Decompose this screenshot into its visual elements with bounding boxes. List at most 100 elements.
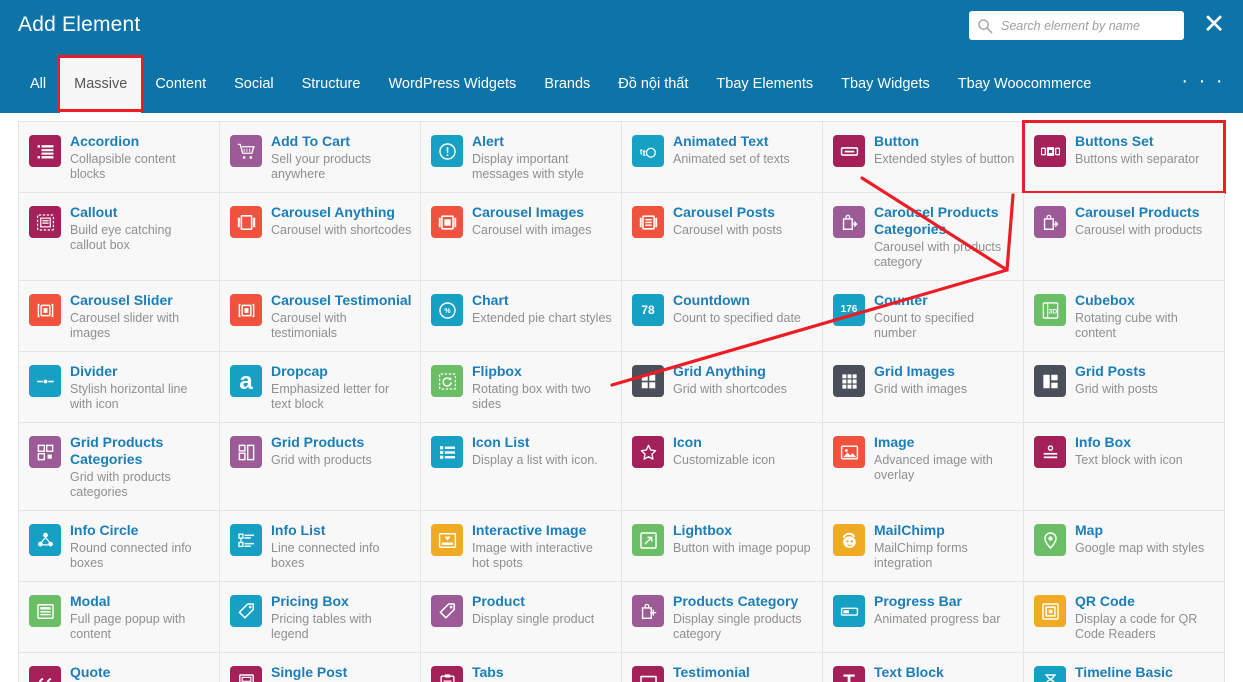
element-name: Divider xyxy=(70,363,118,379)
element-description: MailChimp forms integration xyxy=(874,541,968,570)
tab-wordpress-widgets[interactable]: WordPress Widgets xyxy=(374,55,530,113)
element-description: Customizable icon xyxy=(673,453,776,467)
flipbox-icon xyxy=(431,365,463,397)
element-card[interactable]: Carousel Products Carousel with products xyxy=(1024,193,1225,281)
element-card[interactable]: Icon List Display a list with icon. xyxy=(421,423,622,511)
element-name: Map xyxy=(1075,522,1103,538)
element-card-text: Flipbox Rotating box with two sides xyxy=(472,363,613,412)
tabs-clipboard-icon xyxy=(431,666,463,682)
tab-social[interactable]: Social xyxy=(220,55,288,113)
tab-brands[interactable]: Brands xyxy=(530,55,604,113)
element-card[interactable]: Info List Line connected info boxes xyxy=(220,511,421,582)
element-card[interactable]: 78 Countdown Count to specified date xyxy=(622,281,823,352)
element-card[interactable]: Image Advanced image with overlay xyxy=(823,423,1024,511)
element-card[interactable]: Icon Customizable icon xyxy=(622,423,823,511)
element-card[interactable]: Info Box Text block with icon xyxy=(1024,423,1225,511)
element-name: Counter xyxy=(874,292,928,308)
element-card[interactable]: a Dropcap Emphasized letter for text block xyxy=(220,352,421,423)
element-card[interactable]: Accordion Collapsible content blocks xyxy=(19,122,220,193)
element-card[interactable]: Carousel Anything Carousel with shortcode… xyxy=(220,193,421,281)
tabs-overflow-button[interactable]: · · · xyxy=(1181,55,1243,113)
element-name: Modal xyxy=(70,593,111,609)
bag-arrow-icon xyxy=(1034,206,1066,238)
element-description: Grid with products xyxy=(271,453,372,467)
element-card-text: Alert Display important messages with sty… xyxy=(472,133,613,182)
tab-tbay-elements[interactable]: Tbay Elements xyxy=(702,55,827,113)
star-icon xyxy=(632,436,664,468)
dropcap-a-icon: a xyxy=(230,365,262,397)
shopping-cart-icon xyxy=(230,135,262,167)
element-card[interactable]: TestimonialStylish recommendation box xyxy=(622,653,823,682)
element-name: Tabs xyxy=(472,664,504,680)
element-name: Carousel Images xyxy=(472,204,585,220)
element-description: Advanced image with overlay xyxy=(874,453,993,482)
element-card[interactable]: Interactive Image Image with interactive … xyxy=(421,511,622,582)
element-card[interactable]: Divider Stylish horizontal line with icon xyxy=(19,352,220,423)
element-card[interactable]: Modal Full page popup with content xyxy=(19,582,220,653)
element-card[interactable]: Timeline BasicSimple timeline shortcode xyxy=(1024,653,1225,682)
element-card[interactable]: Map Google map with styles xyxy=(1024,511,1225,582)
element-card[interactable]: Carousel Testimonial Carousel with testim… xyxy=(220,281,421,352)
info-circle-icon xyxy=(29,524,61,556)
element-card[interactable]: Button Extended styles of button xyxy=(823,122,1024,193)
tab-tbay-widgets[interactable]: Tbay Widgets xyxy=(827,55,944,113)
element-card-text: Carousel Anything Carousel with shortcode… xyxy=(271,204,412,238)
tab-massive[interactable]: Massive xyxy=(60,55,142,113)
element-card[interactable]: Pricing Box Pricing tables with legend xyxy=(220,582,421,653)
element-card[interactable]: Grid Products Grid with products xyxy=(220,423,421,511)
element-card[interactable]: Alert Display important messages with sty… xyxy=(421,122,622,193)
search-box[interactable] xyxy=(969,11,1184,40)
search-input[interactable] xyxy=(999,13,1176,38)
element-card-text: Single PostCustomizable post with many s… xyxy=(271,664,412,682)
element-card[interactable]: % Chart Extended pie chart styles xyxy=(421,281,622,352)
element-card-text: Accordion Collapsible content blocks xyxy=(70,133,211,182)
element-card[interactable]: Flipbox Rotating box with two sides xyxy=(421,352,622,423)
element-card[interactable]: TabsTabbed content blocks xyxy=(421,653,622,682)
element-name: Quote xyxy=(70,664,111,680)
tab-content[interactable]: Content xyxy=(141,55,220,113)
element-card-text: Grid Anything Grid with shortcodes xyxy=(673,363,814,397)
element-card[interactable]: Carousel Images Carousel with images xyxy=(421,193,622,281)
element-card[interactable]: Product Display single product xyxy=(421,582,622,653)
tab-all[interactable]: All xyxy=(16,55,60,113)
element-card[interactable]: Grid Posts Grid with posts xyxy=(1024,352,1225,423)
element-card[interactable]: QR Code Display a code for QR Code Reader… xyxy=(1024,582,1225,653)
callout-icon xyxy=(29,206,61,238)
close-icon[interactable]: ✕ xyxy=(1199,11,1229,41)
element-card[interactable]: QuoteQuote text block xyxy=(19,653,220,682)
element-card[interactable]: 176 Counter Count to specified number xyxy=(823,281,1024,352)
element-card[interactable]: 3D Cubebox Rotating cube with content xyxy=(1024,281,1225,352)
element-card[interactable]: T Text BlockDisplay a text with font form… xyxy=(823,653,1024,682)
element-description: Display single products category xyxy=(673,612,802,641)
tab-structure[interactable]: Structure xyxy=(288,55,375,113)
element-description: Pricing tables with legend xyxy=(271,612,372,641)
exclamation-circle-icon xyxy=(431,135,463,167)
element-card[interactable]: Add To Cart Sell your products anywhere xyxy=(220,122,421,193)
element-card-text: Text BlockDisplay a text with font forma… xyxy=(874,664,1015,682)
element-card-text: Carousel Testimonial Carousel with testim… xyxy=(271,292,412,341)
element-card[interactable]: Progress Bar Animated progress bar xyxy=(823,582,1024,653)
element-name: Carousel Products Categories xyxy=(874,204,999,237)
element-card[interactable]: t t Animated Text Animated set of texts xyxy=(622,122,823,193)
element-name: Grid Products xyxy=(271,434,365,450)
element-card[interactable]: Grid Images Grid with images xyxy=(823,352,1024,423)
element-card[interactable]: Buttons Set Buttons with separator xyxy=(1022,120,1226,194)
element-card[interactable]: Lightbox Button with image popup xyxy=(622,511,823,582)
element-card[interactable]: Grid Anything Grid with shortcodes xyxy=(622,352,823,423)
element-card[interactable]: Info Circle Round connected info boxes xyxy=(19,511,220,582)
tab-n-i-th-t[interactable]: Đồ nội thất xyxy=(604,55,702,113)
element-description: Display a list with icon. xyxy=(472,453,598,467)
element-card[interactable]: Carousel Products Categories Carousel wit… xyxy=(823,193,1024,281)
tab-tbay-woocommerce[interactable]: Tbay Woocommerce xyxy=(944,55,1106,113)
element-card[interactable]: Single PostCustomizable post with many s… xyxy=(220,653,421,682)
element-card[interactable]: Products Category Display single products… xyxy=(622,582,823,653)
element-name: Timeline Basic xyxy=(1075,664,1173,680)
element-card[interactable]: Callout Build eye catching callout box xyxy=(19,193,220,281)
element-card[interactable]: Carousel Slider Carousel slider with imag… xyxy=(19,281,220,352)
qr-code-icon xyxy=(1034,595,1066,627)
element-card[interactable]: Grid Products Categories Grid with produc… xyxy=(19,423,220,511)
element-card[interactable]: Carousel Posts Carousel with posts xyxy=(622,193,823,281)
element-card[interactable]: MailChimp MailChimp forms integration xyxy=(823,511,1024,582)
element-name: Button xyxy=(874,133,920,149)
element-card-text: Chart Extended pie chart styles xyxy=(472,292,613,326)
